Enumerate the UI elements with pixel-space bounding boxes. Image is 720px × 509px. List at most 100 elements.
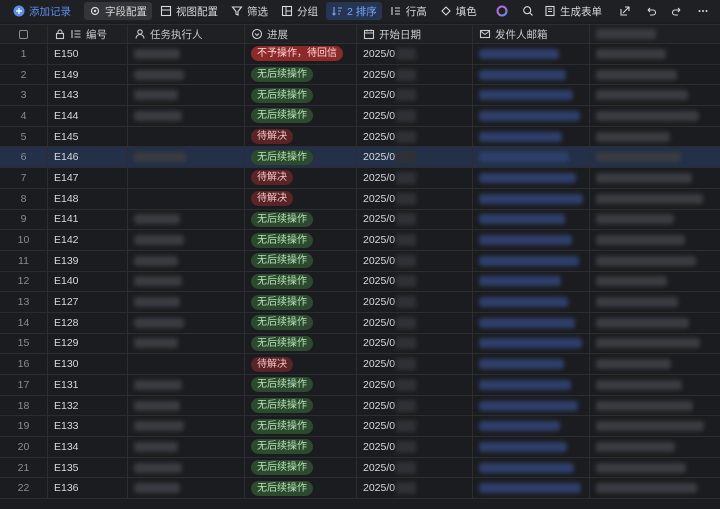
redacted-cell[interactable] xyxy=(590,396,720,416)
start-date-cell[interactable]: 2025/0 xyxy=(357,457,473,478)
progress-cell[interactable]: 无后续操作 xyxy=(245,478,357,499)
executor-cell[interactable] xyxy=(128,230,245,250)
sender-email-cell[interactable] xyxy=(473,333,590,354)
row-index[interactable]: 5 xyxy=(0,126,48,147)
sender-email-cell[interactable] xyxy=(473,64,590,85)
start-date-cell[interactable]: 2025/0 xyxy=(357,106,473,126)
table-row[interactable]: 1 E150 不予操作，待回信 2025/0 xyxy=(0,44,720,65)
sort-button[interactable]: 2 排序 xyxy=(326,2,382,20)
group-button[interactable]: 分组 xyxy=(276,2,323,20)
sender-email-cell[interactable] xyxy=(473,457,590,478)
start-date-cell[interactable]: 2025/0 xyxy=(357,168,473,188)
code-cell[interactable]: E133 xyxy=(48,416,128,437)
code-cell[interactable]: E139 xyxy=(48,250,128,271)
row-index[interactable]: 9 xyxy=(0,209,48,230)
redacted-cell[interactable] xyxy=(590,106,720,126)
executor-cell[interactable] xyxy=(128,188,245,209)
code-cell[interactable]: E130 xyxy=(48,354,128,374)
start-date-cell[interactable]: 2025/0 xyxy=(357,416,473,437)
redacted-cell[interactable] xyxy=(590,478,720,498)
table-row[interactable]: 21 E135 无后续操作 2025/0 xyxy=(0,457,720,479)
executor-cell[interactable] xyxy=(128,271,245,292)
start-date-cell[interactable]: 2025/0 xyxy=(357,44,473,64)
row-index[interactable]: 11 xyxy=(0,250,48,271)
progress-cell[interactable]: 无后续操作 xyxy=(245,209,357,230)
progress-cell[interactable]: 无后续操作 xyxy=(245,457,357,478)
redacted-cell[interactable] xyxy=(590,437,720,457)
row-index[interactable]: 6 xyxy=(0,147,48,168)
code-cell[interactable]: E150 xyxy=(48,44,128,64)
progress-cell[interactable]: 不予操作，待回信 xyxy=(245,44,357,64)
sender-email-cell[interactable] xyxy=(473,312,590,333)
start-date-cell[interactable]: 2025/0 xyxy=(357,395,473,416)
redacted-cell[interactable] xyxy=(590,251,720,271)
redacted-cell[interactable] xyxy=(590,127,720,147)
code-cell[interactable]: E147 xyxy=(48,168,128,188)
executor-cell[interactable] xyxy=(128,292,245,312)
row-index[interactable]: 12 xyxy=(0,271,48,292)
sender-email-cell[interactable] xyxy=(473,250,590,271)
color-wheel-button[interactable] xyxy=(491,2,513,20)
executor-cell[interactable] xyxy=(128,437,245,457)
column-header-code[interactable]: 编号 xyxy=(48,25,128,43)
progress-cell[interactable]: 无后续操作 xyxy=(245,271,357,292)
executor-cell[interactable] xyxy=(128,250,245,271)
executor-cell[interactable] xyxy=(128,147,245,168)
table-row[interactable]: 7 E147 待解决 2025/0 xyxy=(0,168,720,189)
redacted-cell[interactable] xyxy=(590,354,720,374)
row-index[interactable]: 15 xyxy=(0,333,48,354)
code-cell[interactable]: E149 xyxy=(48,64,128,85)
executor-cell[interactable] xyxy=(128,64,245,85)
start-date-cell[interactable]: 2025/0 xyxy=(357,478,473,499)
progress-cell[interactable]: 待解决 xyxy=(245,168,357,188)
progress-cell[interactable]: 无后续操作 xyxy=(245,333,357,354)
table-row[interactable]: 18 E132 无后续操作 2025/0 xyxy=(0,395,720,417)
progress-cell[interactable]: 无后续操作 xyxy=(245,312,357,333)
code-cell[interactable]: E148 xyxy=(48,188,128,209)
code-cell[interactable]: E132 xyxy=(48,395,128,416)
sender-email-cell[interactable] xyxy=(473,85,590,106)
code-cell[interactable]: E131 xyxy=(48,375,128,395)
code-cell[interactable]: E135 xyxy=(48,457,128,478)
select-all-checkbox[interactable] xyxy=(19,29,28,39)
start-date-cell[interactable]: 2025/0 xyxy=(357,354,473,374)
executor-cell[interactable] xyxy=(128,457,245,478)
executor-cell[interactable] xyxy=(128,126,245,147)
executor-cell[interactable] xyxy=(128,312,245,333)
redacted-cell[interactable] xyxy=(590,168,720,188)
redacted-cell[interactable] xyxy=(590,85,720,105)
executor-cell[interactable] xyxy=(128,106,245,126)
code-cell[interactable]: E127 xyxy=(48,292,128,312)
table-row[interactable]: 4 E144 无后续操作 2025/0 xyxy=(0,106,720,127)
start-date-cell[interactable]: 2025/0 xyxy=(357,64,473,85)
start-date-cell[interactable]: 2025/0 xyxy=(357,126,473,147)
table-row[interactable]: 8 E148 待解决 2025/0 xyxy=(0,188,720,210)
code-cell[interactable]: E129 xyxy=(48,333,128,354)
progress-cell[interactable]: 无后续操作 xyxy=(245,416,357,437)
redacted-cell[interactable] xyxy=(590,313,720,333)
column-header-executor[interactable]: 任务执行人 xyxy=(128,25,245,43)
row-index[interactable]: 22 xyxy=(0,478,48,499)
row-height-button[interactable]: 行高 xyxy=(385,2,432,20)
start-date-cell[interactable]: 2025/0 xyxy=(357,437,473,457)
sender-email-cell[interactable] xyxy=(473,188,590,209)
code-cell[interactable]: E144 xyxy=(48,106,128,126)
start-date-cell[interactable]: 2025/0 xyxy=(357,312,473,333)
row-index[interactable]: 13 xyxy=(0,292,48,312)
sender-email-cell[interactable] xyxy=(473,416,590,437)
progress-cell[interactable]: 待解决 xyxy=(245,188,357,209)
row-index[interactable]: 2 xyxy=(0,64,48,85)
sender-email-cell[interactable] xyxy=(473,44,590,64)
table-row[interactable]: 20 E134 无后续操作 2025/0 xyxy=(0,437,720,458)
executor-cell[interactable] xyxy=(128,333,245,354)
row-index[interactable]: 19 xyxy=(0,416,48,437)
column-header-redacted[interactable] xyxy=(590,25,720,43)
start-date-cell[interactable]: 2025/0 xyxy=(357,292,473,312)
sender-email-cell[interactable] xyxy=(473,395,590,416)
column-header-start-date[interactable]: 开始日期 xyxy=(357,25,473,43)
sender-email-cell[interactable] xyxy=(473,168,590,188)
redacted-cell[interactable] xyxy=(590,210,720,230)
executor-cell[interactable] xyxy=(128,375,245,395)
executor-cell[interactable] xyxy=(128,44,245,64)
progress-cell[interactable]: 无后续操作 xyxy=(245,375,357,395)
